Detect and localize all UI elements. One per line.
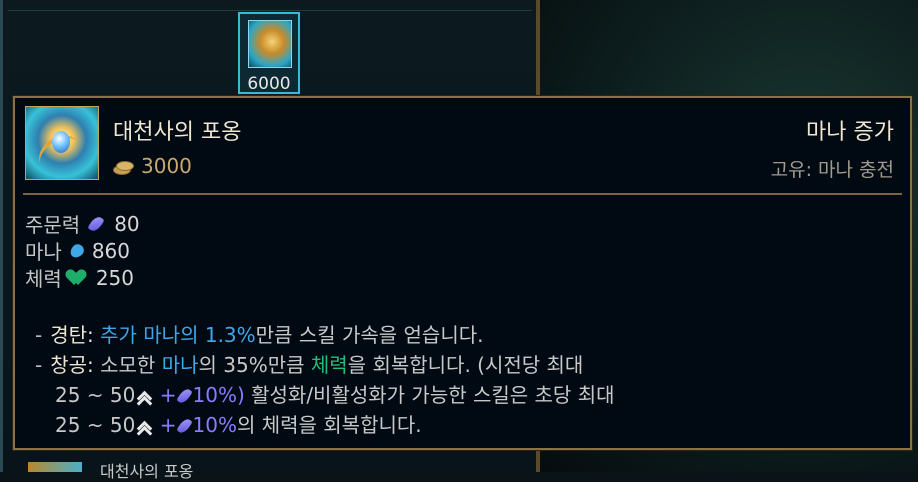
passive-empyrean-line2: 25 ~ 50 +10%) 활성화/비활성화가 가능한 스킬은 초당 최대: [35, 380, 890, 410]
stat-mana: 마나 860: [25, 237, 140, 265]
passive-text: 의 체력을 회복합니다.: [236, 413, 422, 437]
stat-value: 80: [114, 211, 140, 236]
item-tag: 마나 증가: [806, 120, 894, 145]
passive-name: 경탄:: [50, 323, 94, 347]
bullet-dash: -: [35, 323, 43, 347]
ap-plus: +: [159, 383, 177, 407]
item-cost-value: 3000: [141, 154, 192, 178]
archangels-embrace-icon: [25, 106, 99, 180]
passive-text: 을 회복합니다. (시전당 최대: [347, 353, 584, 377]
heal-range: 25 ~ 50: [55, 413, 136, 437]
archangels-embrace-icon: [248, 20, 292, 68]
stat-value: 860: [91, 238, 130, 263]
passive-text: 활성화/비활성화가 가능한 스킬은 초당 최대: [244, 383, 615, 407]
stat-label: 주문력: [25, 213, 81, 237]
shop-border: [0, 0, 3, 472]
gold-icon: [113, 159, 134, 175]
stat-label: 체력: [25, 267, 62, 291]
shop-header-rule: [8, 10, 532, 11]
ability-power-icon: [88, 215, 106, 233]
gem-decoration: [52, 131, 70, 153]
passive-empyrean: - 창공: 소모한 마나의 35%만큼 체력을 회복합니다. (시전당 최대: [35, 350, 890, 380]
bullet-dash: -: [35, 353, 43, 377]
passive-text: 의 35%만큼: [198, 353, 305, 377]
level-up-icon: [137, 421, 153, 433]
ap-plus: +: [159, 413, 177, 437]
passive-text: 소모한: [100, 353, 156, 377]
mana-scaling-text: 추가 마나의 1.3%: [100, 323, 256, 347]
stat-ability-power: 주문력 80: [25, 210, 140, 238]
passive-empyrean-line3: 25 ~ 50 +10%의 체력을 회복합니다.: [35, 410, 890, 440]
bottom-item-label: 대천사의 포옹: [100, 462, 194, 481]
ability-power-icon: [177, 388, 193, 404]
stat-label: 마나: [25, 240, 62, 264]
health-icon: [70, 270, 88, 286]
health-keyword: 체력: [310, 353, 348, 377]
passive-awe: - 경탄: 추가 마나의 1.3%만큼 스킬 가속을 얻습니다.: [35, 320, 890, 350]
bottom-item-icon[interactable]: [28, 462, 82, 472]
item-passives: - 경탄: 추가 마나의 1.3%만큼 스킬 가속을 얻습니다. - 창공: 소모한…: [35, 320, 890, 440]
passive-name: 창공:: [50, 353, 94, 377]
ability-power-icon: [177, 418, 193, 434]
shop-item-price: 6000: [247, 74, 291, 94]
level-up-icon: [137, 391, 153, 403]
item-unique-label: 고유: 마나 충전: [770, 159, 894, 181]
stat-health: 체력 250: [25, 264, 140, 292]
heal-range: 25 ~ 50: [55, 383, 136, 407]
tooltip-separator: [23, 193, 902, 195]
item-tooltip: 대천사의 포옹 3000 마나 증가 고유: 마나 충전 주문력 80 마나 8…: [12, 95, 913, 451]
ap-ratio: 10%): [192, 383, 245, 407]
mana-keyword: 마나: [161, 353, 199, 377]
shop-item-slot[interactable]: 6000: [238, 12, 300, 94]
item-cost: 3000: [113, 154, 192, 178]
mana-icon: [70, 242, 84, 260]
stat-value: 250: [95, 265, 134, 290]
passive-text: 만큼 스킬 가속을 얻습니다.: [255, 323, 484, 347]
ap-ratio: 10%: [192, 413, 237, 437]
item-name: 대천사의 포옹: [113, 120, 242, 145]
item-stats: 주문력 80 마나 860 체력 250: [25, 210, 140, 292]
